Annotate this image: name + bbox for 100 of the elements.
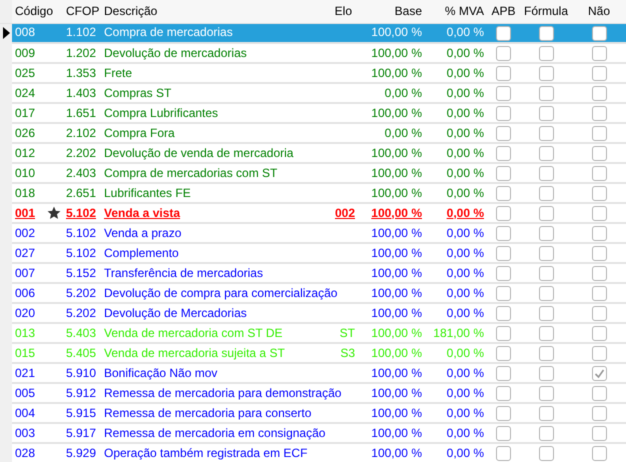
checkbox[interactable] (538, 186, 554, 201)
checkbox[interactable] (538, 386, 554, 401)
checkbox[interactable] (592, 186, 606, 201)
checkbox[interactable] (592, 406, 606, 421)
checkbox[interactable] (538, 426, 554, 441)
code-cell: 024 (15, 86, 36, 100)
mva-cell: 0,00 % (446, 246, 484, 260)
checkbox[interactable] (538, 326, 554, 341)
checkbox[interactable] (496, 266, 511, 281)
checkbox[interactable] (592, 346, 606, 361)
checkbox[interactable] (592, 426, 606, 441)
checkbox[interactable] (496, 366, 511, 381)
base-cell: 100,00 % (371, 46, 422, 60)
checkbox[interactable] (592, 66, 606, 81)
cfop-cell: 5.102 (66, 206, 96, 220)
description-cell: Devolução de venda de mercadoria (104, 146, 294, 160)
base-cell: 100,00 % (371, 326, 422, 340)
checkbox[interactable] (592, 326, 606, 341)
checkbox[interactable] (592, 26, 606, 41)
checkbox[interactable] (592, 246, 606, 261)
mva-cell: 0,00 % (446, 206, 484, 220)
checkbox[interactable] (538, 266, 554, 281)
checkbox[interactable] (538, 66, 554, 81)
elo-cell: 002 (334, 206, 355, 220)
checkbox[interactable] (592, 86, 606, 101)
cfop-cell: 5.929 (66, 446, 96, 460)
description-cell: Venda a vista (104, 206, 180, 220)
checkbox[interactable] (496, 286, 511, 301)
checkbox[interactable] (592, 286, 606, 301)
checkbox[interactable] (592, 266, 606, 281)
checkbox[interactable] (496, 106, 511, 121)
checkbox[interactable] (538, 446, 554, 461)
checkbox[interactable] (592, 126, 606, 141)
description-cell: Venda de mercadoria com ST DE (104, 326, 283, 340)
checkbox[interactable] (496, 386, 511, 401)
checkbox[interactable] (496, 26, 511, 41)
checkbox[interactable] (496, 66, 511, 81)
checkbox[interactable] (538, 366, 554, 381)
checkbox[interactable] (496, 86, 511, 101)
checkbox[interactable] (538, 286, 554, 301)
checkbox[interactable] (592, 106, 606, 121)
checkbox[interactable] (496, 126, 511, 141)
checkbox[interactable] (496, 46, 511, 61)
checkbox[interactable] (496, 206, 511, 221)
checkbox[interactable] (496, 446, 511, 461)
base-cell: 100,00 % (371, 106, 422, 120)
checkbox[interactable] (592, 366, 606, 381)
base-cell: 100,00 % (371, 25, 422, 40)
checkbox[interactable] (538, 306, 554, 321)
code-cell: 020 (15, 306, 36, 320)
checkbox[interactable] (538, 346, 554, 361)
description-cell: Operação também registrada em ECF (104, 446, 308, 460)
checkbox[interactable] (592, 446, 606, 461)
description-cell: Remessa de mercadoria em consignação (104, 426, 326, 440)
checkbox[interactable] (496, 406, 511, 421)
checkbox[interactable] (496, 246, 511, 261)
checkbox[interactable] (592, 166, 606, 181)
checkbox[interactable] (592, 386, 606, 401)
checkbox[interactable] (496, 306, 511, 321)
cfop-cell: 5.102 (66, 246, 96, 260)
checkbox[interactable] (538, 126, 554, 141)
checkbox[interactable] (592, 306, 606, 321)
column-header[interactable]: Descrição (104, 4, 158, 18)
checkbox[interactable] (496, 326, 511, 341)
mva-cell: 0,00 % (446, 226, 484, 240)
checkbox[interactable] (538, 406, 554, 421)
mva-cell: 0,00 % (446, 46, 484, 60)
checkbox[interactable] (592, 146, 606, 161)
checkbox[interactable] (592, 206, 606, 221)
checkbox[interactable] (496, 146, 511, 161)
description-cell: Compra de mercadorias com ST (104, 166, 278, 180)
checkbox[interactable] (496, 186, 511, 201)
description-cell: Compra de mercadorias (104, 25, 233, 40)
checkbox[interactable] (496, 226, 511, 241)
checkbox[interactable] (538, 226, 554, 241)
code-cell: 015 (15, 346, 36, 360)
checkbox[interactable] (496, 166, 511, 181)
checkbox[interactable] (592, 226, 606, 241)
checkbox[interactable] (538, 86, 554, 101)
code-cell: 009 (15, 46, 36, 60)
checkbox[interactable] (538, 146, 554, 161)
mva-cell: 0,00 % (446, 25, 484, 40)
checkbox[interactable] (538, 206, 554, 221)
description-cell: Frete (104, 66, 132, 80)
cfop-cell: 1.102 (66, 25, 96, 40)
checkbox[interactable] (496, 426, 511, 441)
base-cell: 100,00 % (371, 386, 422, 400)
code-cell: 013 (15, 326, 36, 340)
checkbox[interactable] (538, 106, 554, 121)
description-cell: Venda a prazo (104, 226, 182, 240)
mva-cell: 0,00 % (446, 126, 484, 140)
checkbox[interactable] (592, 46, 606, 61)
checkbox[interactable] (538, 26, 554, 41)
code-cell: 026 (15, 126, 36, 140)
checkbox[interactable] (538, 166, 554, 181)
code-cell: 007 (15, 266, 36, 280)
mva-cell: 0,00 % (446, 426, 484, 440)
checkbox[interactable] (496, 346, 511, 361)
checkbox[interactable] (538, 246, 554, 261)
checkbox[interactable] (538, 46, 554, 61)
